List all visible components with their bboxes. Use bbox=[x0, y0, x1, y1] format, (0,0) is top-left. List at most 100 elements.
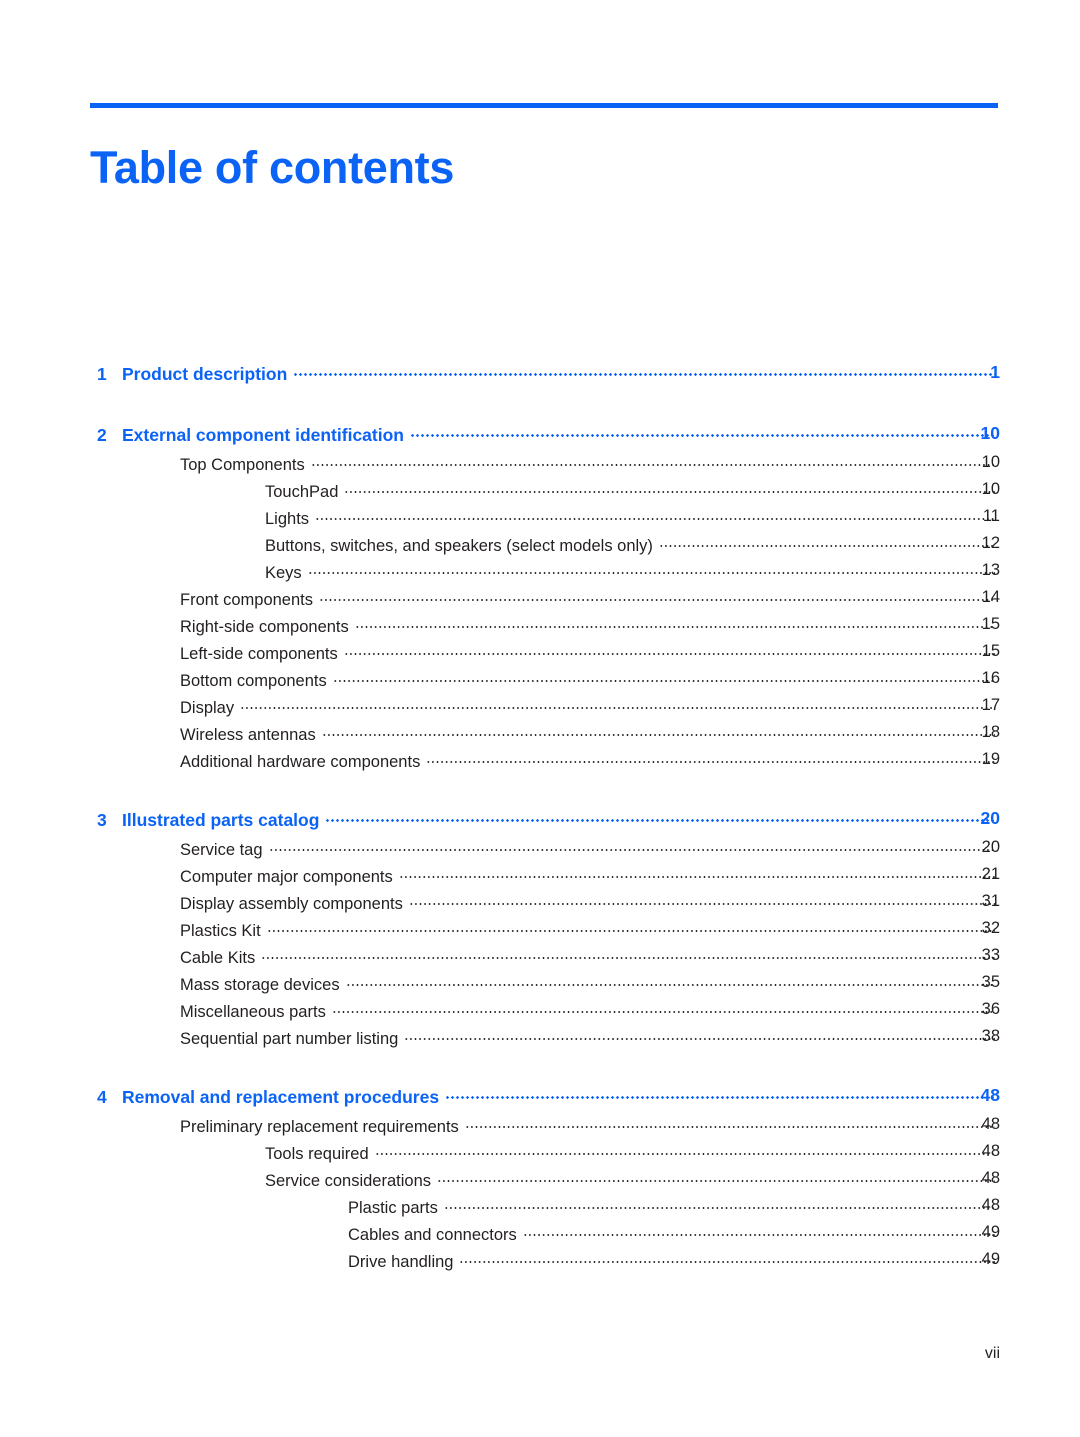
toc-entry-label: Additional hardware components bbox=[180, 752, 421, 771]
toc-entry-label: Lights bbox=[265, 509, 310, 528]
toc-page-number: 10 bbox=[981, 480, 1000, 498]
page-title: Table of contents bbox=[90, 142, 455, 194]
page-folio: vii bbox=[984, 1345, 1000, 1362]
toc-chapter-number: 1 bbox=[97, 363, 107, 384]
toc-dot-leader bbox=[321, 723, 995, 740]
toc-entry-row[interactable]: Cable Kits 33 bbox=[0, 946, 1080, 973]
toc-entry-label: Service tag bbox=[180, 840, 263, 859]
toc-dot-leader bbox=[325, 808, 995, 826]
toc-dot-leader bbox=[293, 362, 995, 380]
toc-entry-row[interactable]: Cables and connectors 49 bbox=[0, 1223, 1080, 1250]
toc-entry-row[interactable]: Display assembly components 31 bbox=[0, 892, 1080, 919]
toc-chapter-row[interactable]: 4 Removal and replacement procedures 48 bbox=[0, 1085, 1080, 1115]
toc-entry-row[interactable]: TouchPad 10 bbox=[0, 480, 1080, 507]
toc-page-number: 32 bbox=[981, 919, 1000, 937]
toc-entry-label: Plastic parts bbox=[348, 1198, 438, 1217]
toc-entry-row[interactable]: Wireless antennas 18 bbox=[0, 723, 1080, 750]
toc-dot-leader bbox=[464, 1115, 995, 1132]
toc-dot-leader bbox=[408, 892, 995, 909]
toc-entry-label: Plastics Kit bbox=[180, 921, 261, 940]
toc-page-number: 13 bbox=[981, 561, 1000, 579]
toc-entry-row[interactable]: Left-side components 15 bbox=[0, 642, 1080, 669]
toc-entry-row[interactable]: Top Components 10 bbox=[0, 453, 1080, 480]
toc-entry-label: Display assembly components bbox=[180, 894, 403, 913]
toc-entry-row[interactable]: Tools required 48 bbox=[0, 1142, 1080, 1169]
toc-entry-row[interactable]: Service tag 20 bbox=[0, 838, 1080, 865]
toc-dot-leader bbox=[318, 588, 995, 605]
toc-dot-leader bbox=[240, 696, 995, 713]
toc-entry-row[interactable]: Lights 11 bbox=[0, 507, 1080, 534]
toc-page-number: 20 bbox=[981, 838, 1000, 856]
toc-entry-row[interactable]: Sequential part number listing 38 bbox=[0, 1027, 1080, 1054]
toc-dot-leader bbox=[409, 423, 995, 441]
toc-entry-row[interactable]: Computer major components 21 bbox=[0, 865, 1080, 892]
toc-entry-label: Mass storage devices bbox=[180, 975, 340, 994]
table-of-contents-list: 1 Product description 1 2 External component… bbox=[0, 362, 1080, 1277]
toc-dot-leader bbox=[268, 838, 995, 855]
toc-dot-leader bbox=[443, 1196, 995, 1213]
toc-page-number: 48 bbox=[981, 1169, 1000, 1187]
toc-entry-label: Service considerations bbox=[265, 1171, 431, 1190]
toc-entry-row[interactable]: Drive handling 49 bbox=[0, 1250, 1080, 1277]
toc-entry-row[interactable]: Plastic parts 48 bbox=[0, 1196, 1080, 1223]
toc-entry-label: Removal and replacement procedures bbox=[122, 1086, 440, 1107]
toc-entry-row[interactable]: Display 17 bbox=[0, 696, 1080, 723]
toc-entry-label: Buttons, switches, and speakers (select … bbox=[265, 536, 653, 555]
toc-entry-label: TouchPad bbox=[265, 482, 339, 501]
toc-entry-row[interactable]: Preliminary replacement requirements 48 bbox=[0, 1115, 1080, 1142]
toc-page-number: 10 bbox=[980, 423, 1000, 443]
toc-dot-leader bbox=[344, 480, 995, 497]
toc-entry-row[interactable]: Buttons, switches, and speakers (select … bbox=[0, 534, 1080, 561]
toc-page-number: 1 bbox=[990, 362, 1000, 382]
toc-chapter-row[interactable]: 2 External component identification 10 bbox=[0, 423, 1080, 453]
toc-dot-leader bbox=[398, 865, 995, 882]
toc-page-number: 48 bbox=[981, 1196, 1000, 1214]
toc-page-number: 15 bbox=[981, 615, 1000, 633]
toc-page-number: 48 bbox=[980, 1085, 1000, 1105]
toc-dot-leader bbox=[658, 534, 995, 551]
toc-dot-leader bbox=[332, 669, 995, 686]
toc-dot-leader bbox=[437, 1169, 995, 1186]
toc-page-number: 49 bbox=[981, 1223, 1000, 1241]
toc-page-number: 33 bbox=[981, 946, 1000, 964]
toc-entry-row[interactable]: Bottom components 16 bbox=[0, 669, 1080, 696]
toc-dot-leader bbox=[374, 1142, 995, 1159]
toc-chapter-row[interactable]: 1 Product description 1 bbox=[0, 362, 1080, 392]
toc-page-number: 48 bbox=[981, 1142, 1000, 1160]
toc-entry-row[interactable]: Mass storage devices 35 bbox=[0, 973, 1080, 1000]
toc-entry-label: Preliminary replacement requirements bbox=[180, 1117, 459, 1136]
toc-entry-label: Miscellaneous parts bbox=[180, 1002, 326, 1021]
toc-entry-row[interactable]: Service considerations 48 bbox=[0, 1169, 1080, 1196]
toc-page-number: 10 bbox=[981, 453, 1000, 471]
toc-dot-leader bbox=[261, 946, 995, 963]
toc-entry-row[interactable]: Front components 14 bbox=[0, 588, 1080, 615]
toc-entry-row[interactable]: Right-side components 15 bbox=[0, 615, 1080, 642]
toc-entry-row[interactable]: Keys 13 bbox=[0, 561, 1080, 588]
toc-entry-label: Right-side components bbox=[180, 617, 349, 636]
toc-page-number: 21 bbox=[981, 865, 1000, 883]
toc-page-number: 18 bbox=[981, 723, 1000, 741]
toc-entry-row[interactable]: Plastics Kit 32 bbox=[0, 919, 1080, 946]
toc-entry-label: Drive handling bbox=[348, 1252, 454, 1271]
document-page: Table of contents 1 Product description 1 2… bbox=[0, 0, 1080, 1437]
toc-entry-row[interactable]: Miscellaneous parts 36 bbox=[0, 1000, 1080, 1027]
toc-chapter-number: 3 bbox=[97, 809, 107, 830]
toc-entry-label: Keys bbox=[265, 563, 302, 582]
toc-entry-label: External component identification bbox=[122, 424, 404, 445]
toc-page-number: 11 bbox=[982, 507, 1000, 525]
toc-page-number: 36 bbox=[981, 1000, 1000, 1018]
toc-entry-label: Sequential part number listing bbox=[180, 1029, 399, 1048]
title-divider-rule bbox=[90, 103, 998, 108]
toc-entry-label: Illustrated parts catalog bbox=[122, 809, 320, 830]
toc-chapter-number: 2 bbox=[97, 424, 107, 445]
toc-dot-leader bbox=[522, 1223, 995, 1240]
toc-entry-label: Cable Kits bbox=[180, 948, 256, 967]
toc-entry-label: Left-side components bbox=[180, 644, 338, 663]
toc-page-number: 12 bbox=[981, 534, 1000, 552]
toc-chapter-row[interactable]: 3 Illustrated parts catalog 20 bbox=[0, 808, 1080, 838]
toc-page-number: 16 bbox=[981, 669, 1000, 687]
toc-dot-leader bbox=[343, 642, 995, 659]
toc-entry-row[interactable]: Additional hardware components 19 bbox=[0, 750, 1080, 777]
toc-chapter-number: 4 bbox=[97, 1086, 107, 1107]
toc-dot-leader bbox=[331, 1000, 995, 1017]
